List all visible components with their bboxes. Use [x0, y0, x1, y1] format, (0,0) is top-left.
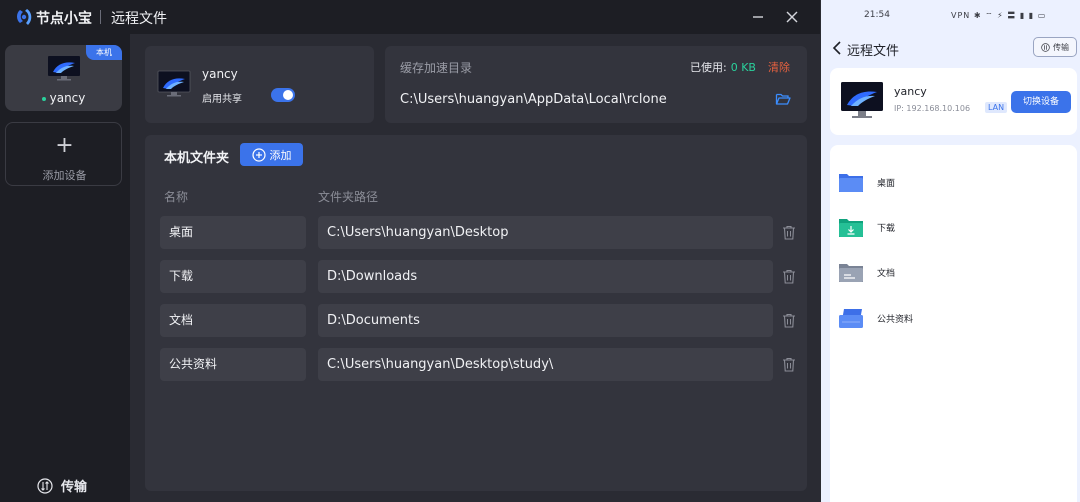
cache-usage: 已使用: 0 KB — [690, 59, 756, 75]
list-item[interactable]: 文档 — [830, 253, 1077, 293]
monitor-icon — [48, 56, 80, 81]
app-name: 节点小宝 — [36, 11, 92, 27]
table-row: 桌面 C:\Users\huangyan\Desktop — [145, 216, 807, 249]
folder-path-field[interactable]: C:\Users\huangyan\Desktop — [318, 216, 773, 249]
minimize-icon[interactable] — [748, 7, 768, 27]
device-name-label: yancy — [49, 91, 86, 105]
folder-name-field[interactable]: 文档 — [160, 304, 306, 337]
column-header-path: 文件夹路径 — [318, 190, 379, 204]
phone-transfer-button[interactable]: 传输 — [1033, 37, 1077, 57]
device-name: yancy — [5, 91, 122, 105]
trash-icon[interactable] — [782, 225, 796, 240]
folder-blue-icon — [839, 174, 863, 192]
folder-name-field[interactable]: 桌面 — [160, 216, 306, 249]
main-panel: yancy 启用共享 缓存加速目录 已使用: 0 KB 清除 C:\Users\h… — [130, 34, 820, 502]
page-title: 远程文件 — [111, 11, 167, 27]
desktop-window: 节点小宝 远程文件 本机 yancy + 添加设备 传输 yancy 启用共享 … — [0, 0, 820, 502]
local-folders-panel: 本机文件夹 添加 名称 文件夹路径 桌面 C:\Users\huangyan\D… — [145, 135, 807, 491]
add-folder-button[interactable]: 添加 — [240, 143, 303, 166]
status-icons: VPN ✱ ⌔ ⚡ 〓 ▮ ▮ ▭ — [951, 11, 1047, 20]
cache-used-label: 已使用: — [690, 61, 727, 74]
back-arrow-icon[interactable] — [831, 40, 843, 56]
folder-docs-icon — [839, 264, 863, 282]
list-item-label: 桌面 — [877, 179, 896, 189]
folders-title: 本机文件夹 — [164, 151, 230, 166]
share-toggle[interactable] — [271, 88, 295, 102]
list-item-label: 下载 — [877, 224, 896, 234]
add-device-label: 添加设备 — [42, 169, 87, 182]
share-card: yancy 启用共享 — [145, 46, 374, 123]
phone-device-ip: IP: 192.168.10.106 — [894, 104, 971, 113]
phone-page-title: 远程文件 — [847, 44, 900, 59]
transfer-icon — [37, 477, 53, 494]
switch-device-button[interactable]: 切换设备 — [1011, 91, 1071, 113]
cache-used-value: 0 KB — [730, 61, 756, 74]
list-item-label: 公共资料 — [877, 315, 914, 325]
device-card-yancy[interactable]: 本机 yancy — [5, 45, 122, 111]
phone-screen: 21:54 VPN ✱ ⌔ ⚡ 〓 ▮ ▮ ▭ 远程文件 传输 yancy IP… — [820, 0, 1080, 502]
folder-path-field[interactable]: D:\Documents — [318, 304, 773, 337]
lan-badge: LAN — [985, 102, 1008, 113]
phone-device-card: yancy IP: 192.168.10.106 LAN 切换设备 — [830, 68, 1077, 135]
title-divider — [100, 10, 101, 24]
phone-folder-list: 桌面 下载 文档 公共资料 — [830, 145, 1077, 502]
folder-open-icon[interactable] — [775, 91, 791, 107]
folder-shared-icon — [839, 309, 863, 328]
local-badge: 本机 — [86, 45, 122, 60]
plus-icon: + — [55, 133, 74, 158]
list-item[interactable]: 公共资料 — [830, 299, 1077, 339]
list-item-label: 文档 — [877, 269, 896, 279]
trash-icon[interactable] — [782, 269, 796, 284]
title-bar: 节点小宝 远程文件 — [0, 0, 820, 34]
plus-circle-icon — [251, 147, 266, 162]
device-sidebar: 本机 yancy + 添加设备 传输 — [0, 34, 130, 502]
share-toggle-label: 启用共享 — [202, 94, 242, 105]
table-row: 文档 D:\Documents — [145, 304, 807, 337]
clear-cache-button[interactable]: 清除 — [768, 59, 790, 75]
table-row: 公共资料 C:\Users\huangyan\Desktop\study\ — [145, 348, 807, 381]
app-logo-icon — [17, 9, 32, 25]
monitor-icon — [157, 70, 191, 97]
trash-icon[interactable] — [782, 357, 796, 372]
online-dot — [41, 96, 46, 101]
close-icon[interactable] — [782, 7, 802, 27]
table-row: 下载 D:\Downloads — [145, 260, 807, 293]
phone-device-name: yancy — [894, 85, 927, 98]
add-folder-label: 添加 — [269, 148, 292, 162]
phone-status-bar: 21:54 VPN ✱ ⌔ ⚡ 〓 ▮ ▮ ▭ — [821, 0, 1080, 30]
trash-icon[interactable] — [782, 313, 796, 328]
cache-card: 缓存加速目录 已使用: 0 KB 清除 C:\Users\huangyan\App… — [385, 46, 807, 123]
list-item[interactable]: 桌面 — [830, 163, 1077, 203]
cache-path: C:\Users\huangyan\AppData\Local\rclone — [400, 92, 667, 107]
transfer-icon — [1041, 42, 1050, 52]
cache-title: 缓存加速目录 — [400, 61, 473, 75]
transfer-button[interactable]: 传输 — [37, 476, 87, 495]
monitor-icon — [841, 82, 883, 118]
status-time: 21:54 — [864, 10, 890, 20]
add-device-button[interactable]: + 添加设备 — [5, 122, 122, 186]
folder-download-icon — [839, 219, 863, 237]
folder-name-field[interactable]: 公共资料 — [160, 348, 306, 381]
share-device-name: yancy — [202, 67, 238, 81]
folder-name-field[interactable]: 下载 — [160, 260, 306, 293]
list-item[interactable]: 下载 — [830, 208, 1077, 248]
phone-transfer-label: 传输 — [1053, 42, 1069, 52]
transfer-label: 传输 — [61, 480, 88, 495]
folder-path-field[interactable]: D:\Downloads — [318, 260, 773, 293]
folder-path-field[interactable]: C:\Users\huangyan\Desktop\study\ — [318, 348, 773, 381]
column-header-name: 名称 — [164, 190, 189, 204]
